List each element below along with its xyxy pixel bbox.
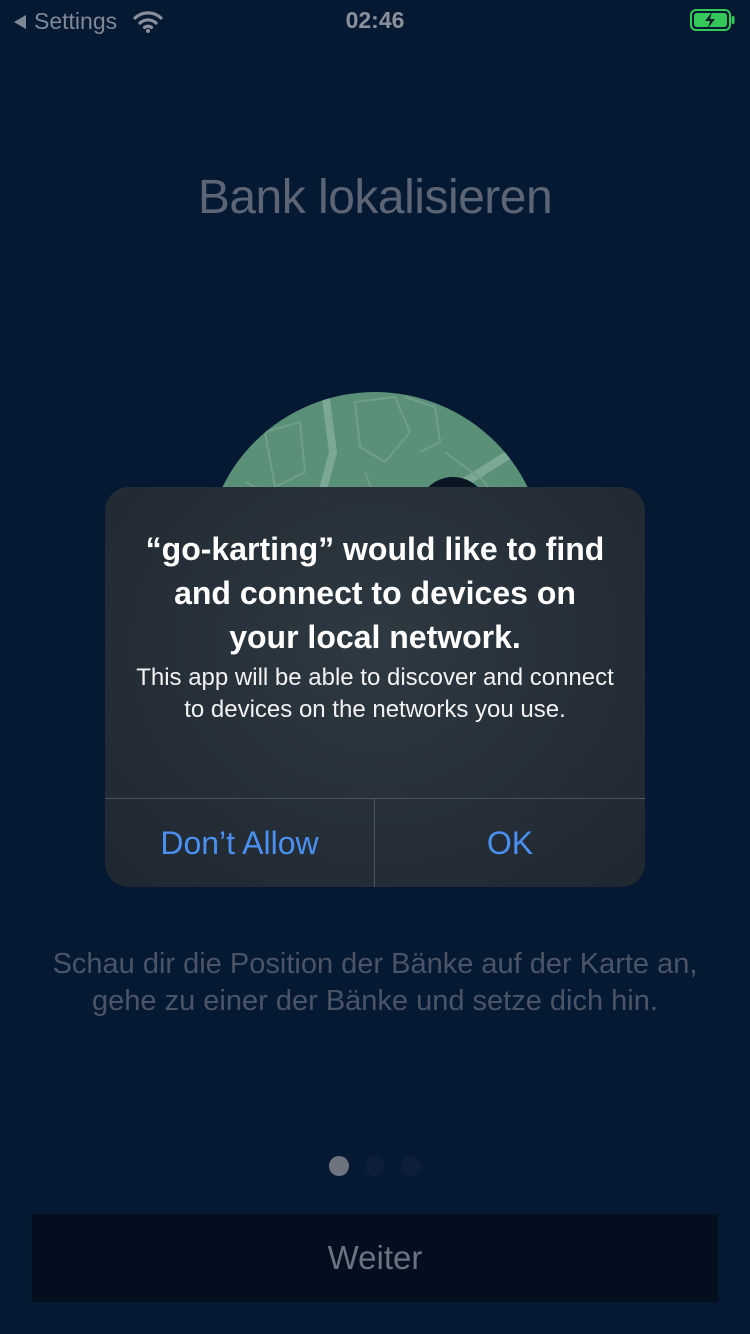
battery-charging-icon (690, 9, 735, 31)
alert-message: This app will be able to discover and co… (136, 664, 614, 723)
next-button[interactable]: Weiter (32, 1214, 718, 1302)
page-dot-3[interactable] (401, 1156, 421, 1176)
alert-title: “go-karting” would like to find and conn… (145, 531, 605, 655)
local-network-permission-alert: “go-karting” would like to find and conn… (105, 487, 645, 887)
page-description: Schau dir die Position der Bänke auf der… (52, 948, 698, 1017)
page-indicator[interactable] (0, 1156, 750, 1176)
status-bar: Settings 02:46 (0, 0, 750, 40)
page-title: Bank lokalisieren (197, 171, 553, 225)
dont-allow-button[interactable]: Don’t Allow (105, 799, 374, 887)
page-dot-1[interactable] (329, 1156, 349, 1176)
page-dot-2[interactable] (365, 1156, 385, 1176)
status-time: 02:46 (345, 7, 405, 33)
ok-button[interactable]: OK (375, 799, 645, 887)
